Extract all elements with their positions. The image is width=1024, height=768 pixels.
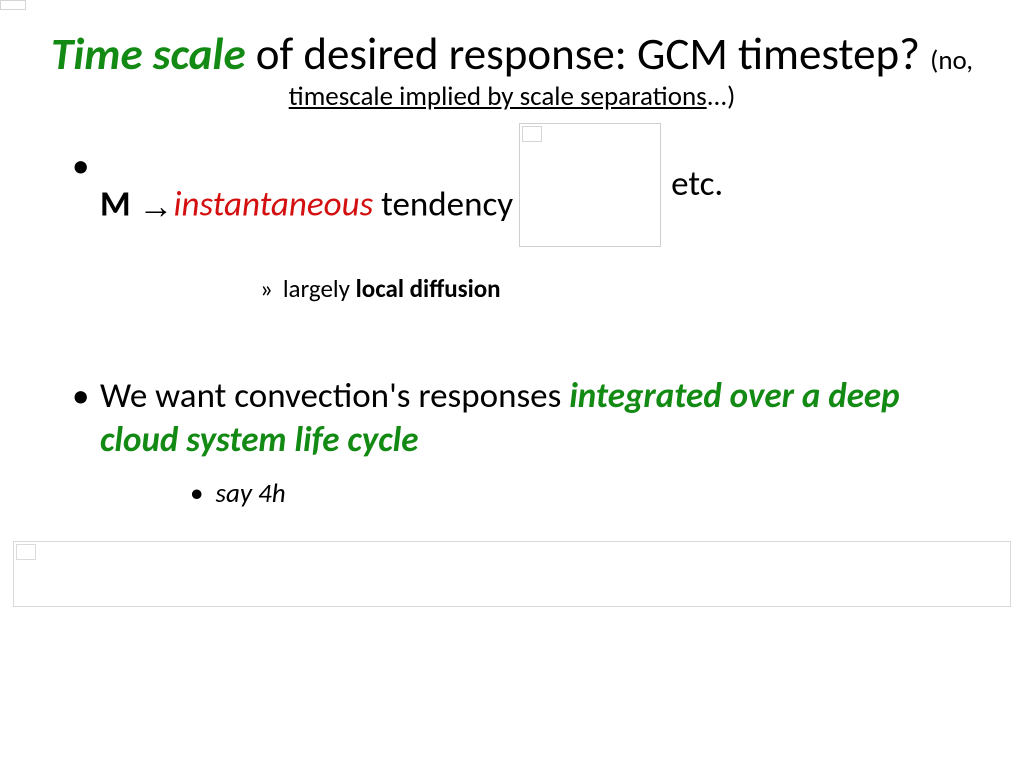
sub1-bold: local diffusion [356, 273, 501, 304]
sub1-pre: largely [283, 273, 356, 304]
bullet-marker-2: • [72, 375, 89, 419]
annot-underline: timescale implied by scale separations [289, 80, 707, 113]
bullet1-m: M [100, 183, 139, 225]
slide-title: Time scale of desired response: GCM time… [0, 28, 1024, 113]
bullet1-tendency: tendency [373, 183, 513, 225]
slide: Time scale of desired response: GCM time… [0, 0, 1024, 768]
bullet1-etc: etc. [671, 163, 723, 207]
sub2-text: say 4h [215, 477, 285, 510]
bullet-2: • We want convection's responses integra… [100, 375, 964, 463]
bullet-1: • M →instantaneous tendencyetc. [100, 145, 964, 269]
wide-placeholder-box [13, 541, 1011, 607]
bullet2-pre: We want convection's responses [100, 375, 569, 417]
sub-marker: » [260, 273, 273, 304]
tiny-placeholder-box [0, 0, 26, 10]
annot-tail: ...) [707, 80, 736, 113]
bullet1-em: instantaneous [174, 183, 374, 225]
title-rest: of desired response: GCM timestep? [246, 27, 920, 82]
annot-no: (no, [930, 44, 973, 77]
arrow-icon: → [139, 185, 174, 229]
title-highlight: Time scale [51, 27, 246, 82]
bullet-marker: • [72, 145, 89, 189]
sub-bullet-1: » largely local diffusion [260, 273, 964, 306]
sub2-marker: • [190, 477, 203, 510]
image-placeholder [519, 123, 661, 247]
slide-body: • M →instantaneous tendency etc. » largely… [0, 145, 1024, 510]
sub-bullet-2: • say 4h [190, 477, 964, 510]
